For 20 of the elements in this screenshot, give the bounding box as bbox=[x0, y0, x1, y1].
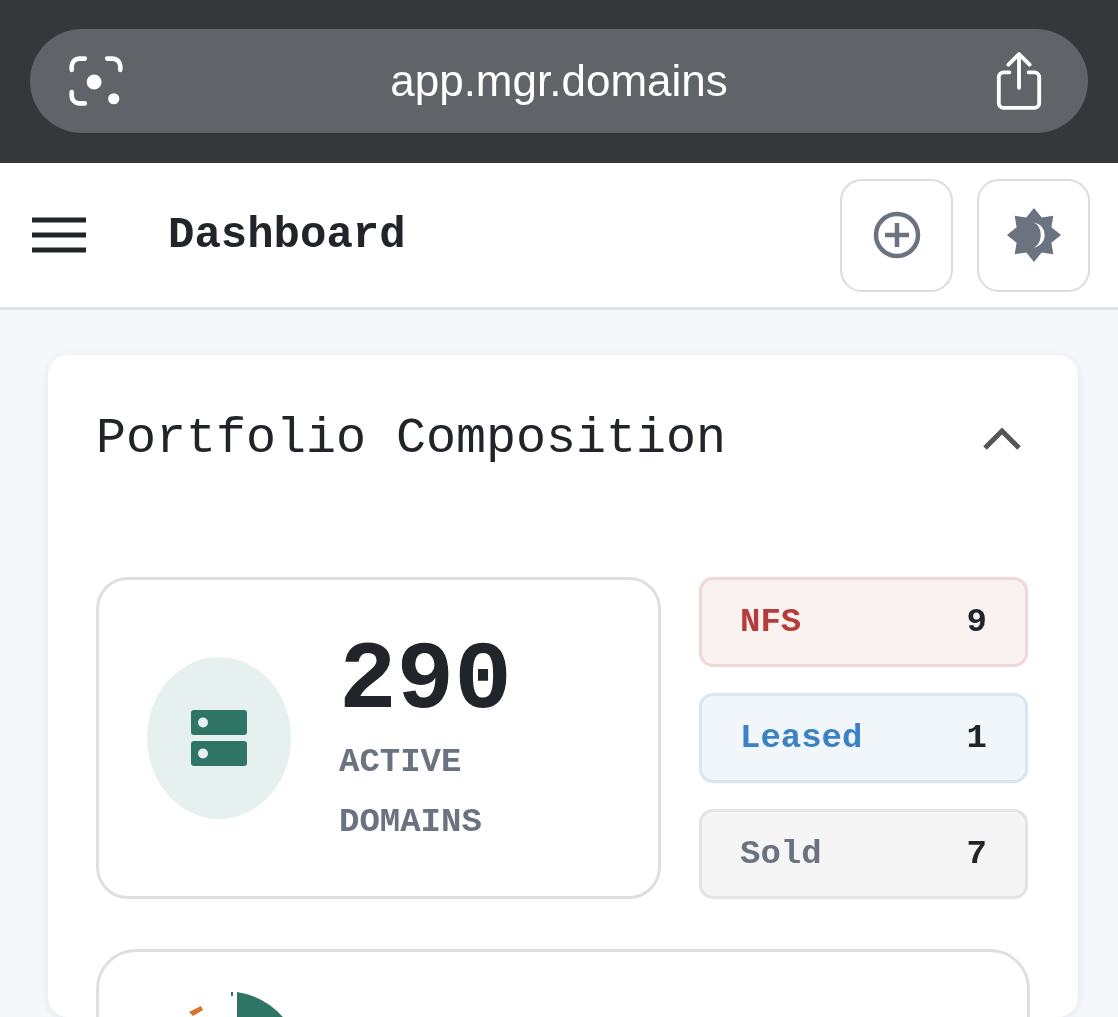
active-label: ACTIVE DOMAINS bbox=[339, 742, 483, 844]
status-label: Leased bbox=[740, 719, 863, 757]
share-icon[interactable] bbox=[994, 50, 1044, 111]
status-tile[interactable]: Leased 1 bbox=[699, 693, 1028, 783]
status-count: 7 bbox=[966, 835, 987, 873]
theme-toggle-button[interactable] bbox=[977, 178, 1090, 292]
status-count: 1 bbox=[966, 719, 987, 757]
menu-icon[interactable] bbox=[32, 217, 86, 253]
address-bar[interactable]: app.mgr.domains bbox=[30, 28, 1088, 133]
status-label: Sold bbox=[740, 835, 822, 873]
status-tile[interactable]: Sold 7 bbox=[699, 809, 1028, 899]
add-button[interactable] bbox=[840, 178, 953, 292]
card-title: Portfolio Composition bbox=[96, 410, 727, 467]
chevron-icon[interactable] bbox=[982, 426, 1022, 451]
status-tile[interactable]: NFS 9 bbox=[699, 577, 1028, 667]
active-count: 290 bbox=[339, 631, 513, 733]
status-label: NFS bbox=[740, 603, 802, 641]
plus-circle-icon bbox=[871, 210, 922, 260]
page-title: Dashboard bbox=[168, 210, 406, 260]
status-count: 9 bbox=[966, 603, 987, 641]
